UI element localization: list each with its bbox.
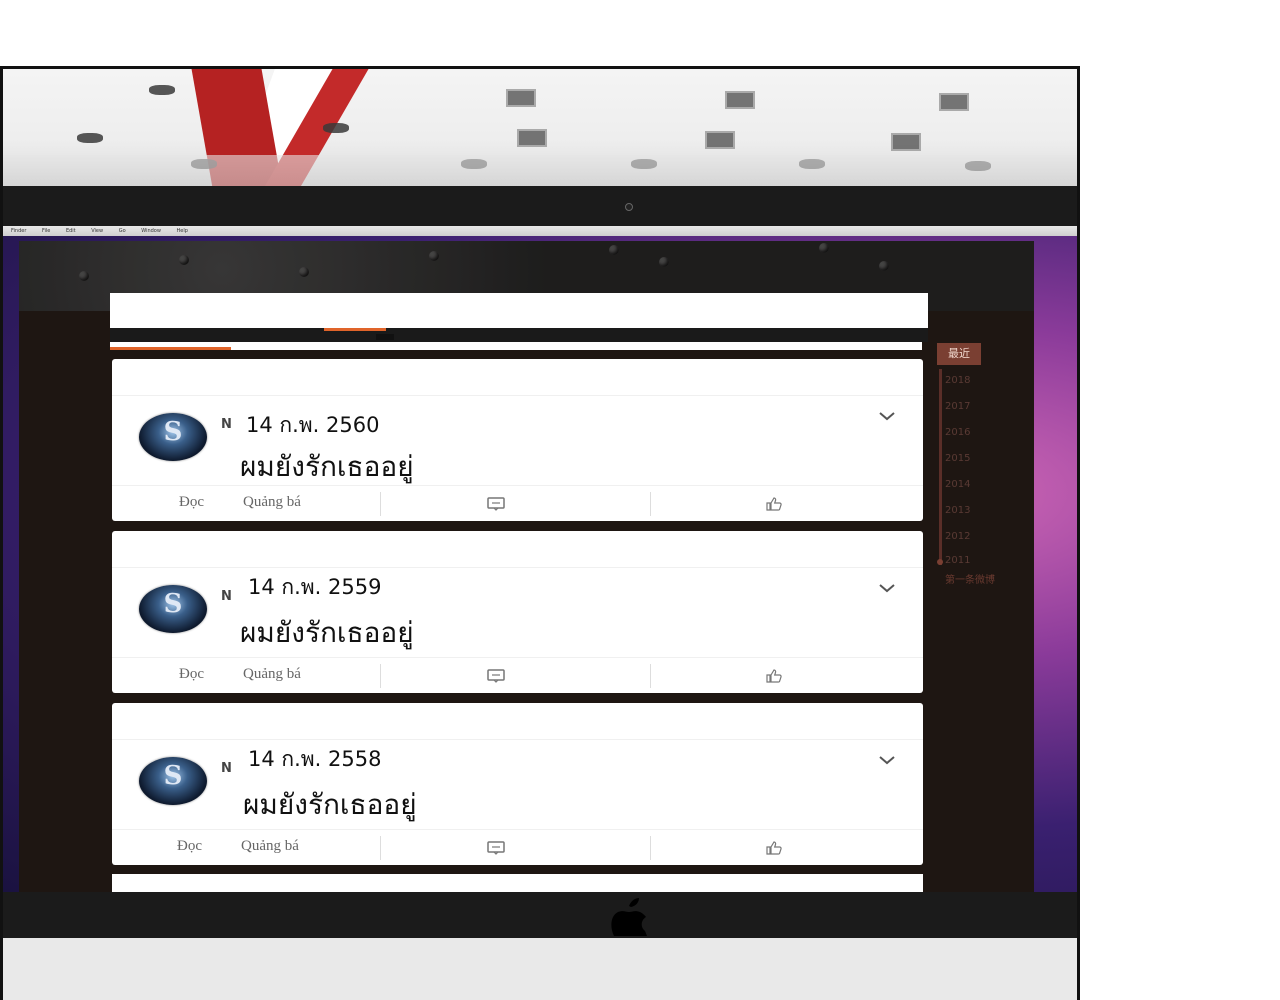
menu-item[interactable]: Edit (66, 228, 76, 234)
avatar[interactable]: S (139, 585, 207, 633)
avatar[interactable]: S (139, 757, 207, 805)
post-actions: Đọc Quảng bá (112, 485, 923, 522)
desktop-screen: Finder File Edit View Go Window Help 最近 … (3, 226, 1077, 892)
ceiling-background (3, 69, 1077, 186)
post-card: S N 14 ก.พ. 2560 ผมยังรักเธออยู่ Đọc Quả… (112, 359, 923, 521)
camera-icon (625, 203, 633, 211)
post-message: ผมยังรักเธออยู่ (240, 616, 414, 649)
browser-window: 最近 2018 2017 2016 2015 2014 2013 2012 20… (19, 241, 1034, 892)
timeline-current[interactable]: 最近 (937, 343, 981, 365)
post-card: S N 14 ก.พ. 2558 ผมยังรักเธออยู่ Đọc Quả… (112, 703, 923, 865)
post-author-initial: N (221, 417, 232, 432)
timeline-year-2013[interactable]: 2013 (945, 505, 970, 516)
nav-active-indicator (324, 328, 386, 331)
read-count-label: Đọc (179, 666, 204, 682)
timeline-year-2012[interactable]: 2012 (945, 531, 970, 542)
top-navigation-bar (110, 293, 928, 328)
monitor-bottom-bezel (3, 892, 1077, 938)
year-timeline: 最近 2018 2017 2016 2015 2014 2013 2012 20… (937, 343, 1027, 603)
timeline-first-post[interactable]: 第一条微博 (945, 571, 995, 586)
promote-button[interactable]: Quảng bá (241, 838, 299, 855)
post-author-initial: N (221, 761, 232, 776)
thumbs-up-icon[interactable] (766, 668, 784, 683)
comment-icon[interactable] (487, 496, 505, 511)
thumbs-up-icon[interactable] (766, 840, 784, 855)
active-tab-indicator (110, 347, 231, 350)
timeline-year-2015[interactable]: 2015 (945, 453, 970, 464)
post-message: ผมยังรักเธออยู่ (243, 788, 417, 821)
nav-strip (110, 328, 928, 342)
read-count-label: Đọc (179, 494, 204, 510)
system-menubar: Finder File Edit View Go Window Help (3, 226, 1077, 236)
post-card-partial (112, 874, 923, 892)
post-actions: Đọc Quảng bá (112, 657, 923, 694)
apple-logo-icon (600, 896, 658, 936)
post-date[interactable]: 14 ก.พ. 2558 (248, 743, 381, 776)
post-actions: Đọc Quảng bá (112, 829, 923, 866)
post-date[interactable]: 14 ก.พ. 2560 (246, 409, 379, 442)
chevron-down-icon[interactable] (878, 409, 896, 427)
avatar[interactable]: S (139, 413, 207, 461)
menu-item[interactable]: Go (119, 228, 126, 234)
promote-button[interactable]: Quảng bá (243, 666, 301, 683)
post-message: ผมยังรักเธออยู่ (240, 450, 414, 483)
feed-tabs[interactable] (110, 342, 922, 350)
thumbs-up-icon[interactable] (766, 496, 784, 511)
monitor-chin (3, 938, 1077, 1000)
post-card: S N 14 ก.พ. 2559 ผมยังรักเธออยู่ Đọc Quả… (112, 531, 923, 693)
promote-button[interactable]: Quảng bá (243, 494, 301, 511)
timeline-year-2017[interactable]: 2017 (945, 401, 970, 412)
monitor-top-bezel (3, 186, 1077, 226)
timeline-year-2018[interactable]: 2018 (945, 375, 970, 386)
timeline-year-2014[interactable]: 2014 (945, 479, 970, 490)
menu-item[interactable]: Window (141, 228, 161, 234)
comment-icon[interactable] (487, 840, 505, 855)
post-date[interactable]: 14 ก.พ. 2559 (248, 571, 381, 604)
timeline-year-2011[interactable]: 2011 (945, 555, 970, 566)
monitor-frame: Finder File Edit View Go Window Help 最近 … (0, 66, 1080, 1000)
read-count-label: Đọc (177, 838, 202, 854)
menu-item[interactable]: File (42, 228, 50, 234)
menu-item[interactable]: View (91, 228, 103, 234)
chevron-down-icon[interactable] (878, 753, 896, 771)
post-author-initial: N (221, 589, 232, 604)
chevron-down-icon[interactable] (878, 581, 896, 599)
menu-item[interactable]: Finder (11, 228, 26, 234)
comment-icon[interactable] (487, 668, 505, 683)
timeline-year-2016[interactable]: 2016 (945, 427, 970, 438)
menu-item[interactable]: Help (177, 228, 188, 234)
